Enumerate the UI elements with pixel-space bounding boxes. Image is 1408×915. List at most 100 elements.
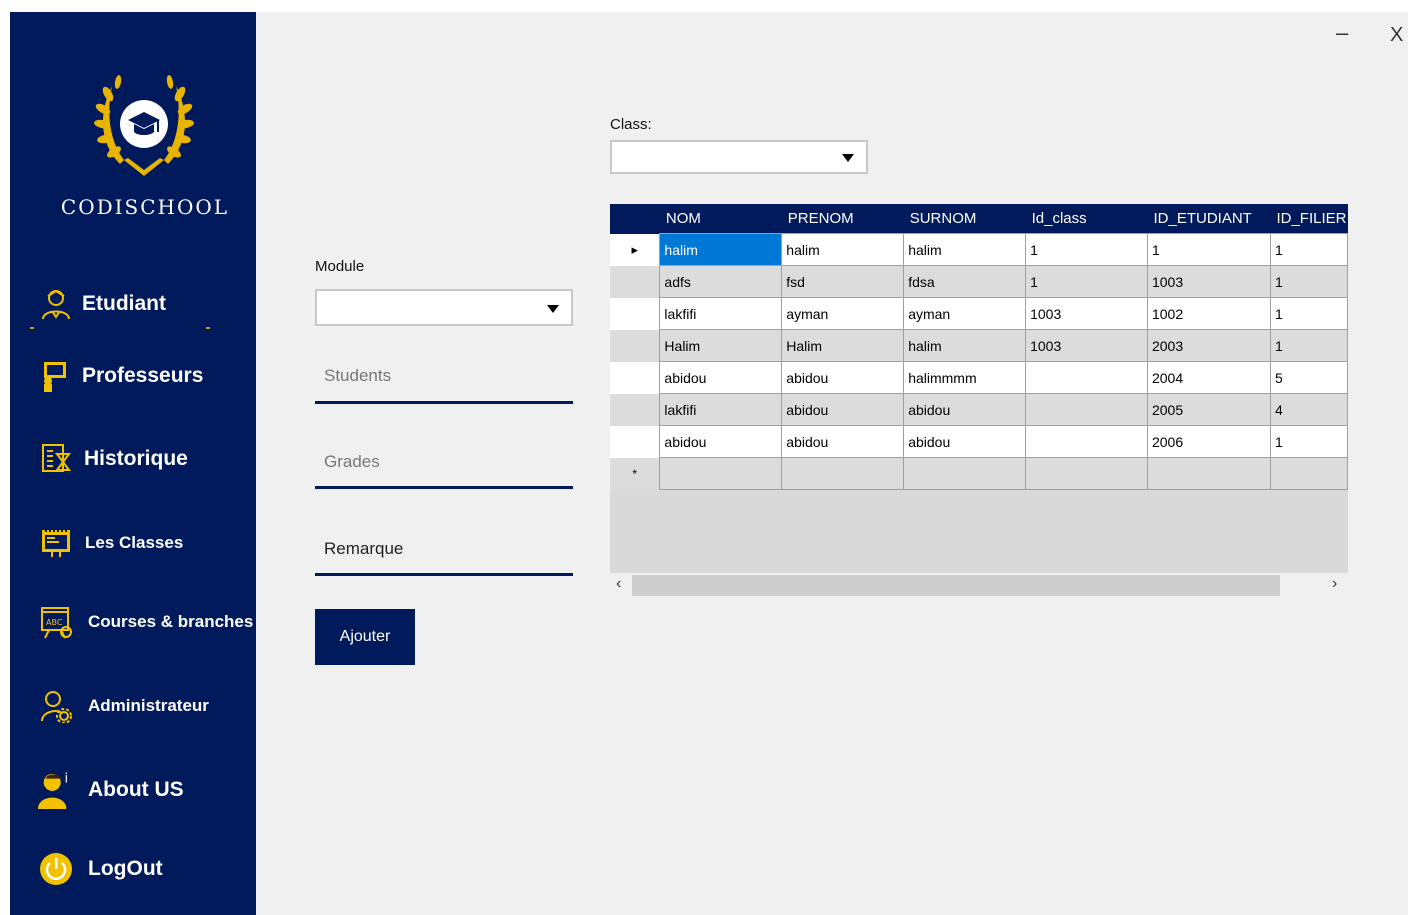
table-cell[interactable]: 1 — [1025, 233, 1148, 266]
row-header[interactable]: ▸ — [610, 233, 660, 266]
table-cell[interactable]: abidou — [781, 361, 905, 394]
table-cell[interactable]: halim — [659, 233, 783, 266]
table-cell[interactable]: halim — [903, 329, 1027, 362]
sidebar-item-label: Administrateur — [88, 696, 209, 715]
table-cell[interactable] — [903, 457, 1027, 490]
table-cell[interactable]: 4 — [1269, 393, 1349, 426]
minimize-button[interactable]: – — [1336, 20, 1348, 46]
close-button[interactable]: X — [1390, 24, 1403, 47]
table-cell[interactable]: 1 — [1269, 265, 1349, 298]
table-cell[interactable]: 1003 — [1146, 265, 1271, 298]
grades-field[interactable]: Grades — [324, 452, 380, 472]
table-row[interactable]: abidou abidou halimmmm 2004 5 — [610, 361, 1349, 394]
table-cell[interactable]: 1 — [1269, 329, 1349, 362]
table-cell[interactable]: 1003 — [1025, 297, 1148, 330]
row-header[interactable] — [610, 425, 660, 458]
table-cell[interactable]: 5 — [1269, 361, 1349, 394]
table-row[interactable]: lakfifi abidou abidou 2005 4 — [610, 393, 1349, 426]
column-header-id_filier[interactable]: ID_FILIER — [1270, 204, 1348, 234]
remarque-underline — [315, 573, 573, 576]
sidebar-item-les-classes[interactable]: Les Classes — [10, 518, 256, 568]
table-cell[interactable] — [1025, 425, 1148, 458]
table-cell[interactable]: ayman — [903, 297, 1027, 330]
table-cell[interactable] — [659, 457, 783, 490]
table-cell[interactable]: lakfifi — [659, 393, 783, 426]
table-cell[interactable] — [1269, 457, 1349, 490]
sidebar-item-historique[interactable]: Historique — [10, 434, 256, 484]
table-cell[interactable]: abidou — [781, 425, 905, 458]
table-row[interactable]: abidou abidou abidou 2006 1 — [610, 425, 1349, 458]
scrollbar-thumb[interactable] — [632, 575, 1280, 596]
scroll-right-icon[interactable]: › — [1332, 575, 1337, 593]
table-cell[interactable] — [1025, 457, 1148, 490]
table-cell[interactable]: 2004 — [1146, 361, 1271, 394]
table-cell[interactable]: 1 — [1146, 233, 1271, 266]
table-row[interactable]: ▸ halim halim halim 1 1 1 — [610, 233, 1349, 266]
table-cell[interactable]: abidou — [903, 425, 1027, 458]
new-row-marker: * — [610, 457, 660, 490]
class-dropdown[interactable] — [610, 140, 868, 174]
table-cell[interactable]: abidou — [781, 393, 905, 426]
column-header-prenom[interactable]: PRENOM — [781, 204, 904, 234]
chevron-down-icon — [842, 154, 854, 162]
remarque-field[interactable]: Remarque — [324, 539, 403, 559]
column-header-surnom[interactable]: SURNOM — [903, 204, 1026, 234]
table-cell[interactable]: 1 — [1269, 297, 1349, 330]
table-cell[interactable]: abidou — [659, 361, 783, 394]
sidebar: CODISCHOOL Etudiant Professeurs Historiq… — [10, 12, 256, 915]
new-row[interactable]: * — [610, 457, 1349, 490]
row-header[interactable] — [610, 393, 660, 426]
table-cell[interactable]: halim — [781, 233, 905, 266]
table-cell[interactable]: fdsa — [903, 265, 1027, 298]
table-cell[interactable]: 1003 — [1025, 329, 1148, 362]
row-header[interactable] — [610, 297, 660, 330]
table-cell[interactable]: Halim — [781, 329, 905, 362]
row-header[interactable] — [610, 265, 660, 298]
header-row: NOM PRENOM SURNOM Id_class ID_ETUDIANT ID_FIL… — [610, 204, 1348, 234]
table-cell[interactable]: abidou — [903, 393, 1027, 426]
table-cell[interactable] — [1146, 457, 1271, 490]
table-cell[interactable]: ayman — [781, 297, 905, 330]
table-cell[interactable]: 2005 — [1146, 393, 1271, 426]
table-cell[interactable]: Halim — [659, 329, 783, 362]
about-icon: i — [38, 771, 74, 809]
scroll-left-icon[interactable]: ‹ — [616, 575, 621, 593]
row-header[interactable] — [610, 361, 660, 394]
column-header-nom[interactable]: NOM — [659, 204, 782, 234]
student-icon — [38, 286, 74, 322]
sidebar-item-administrateur[interactable]: Administrateur — [10, 681, 256, 731]
table-cell[interactable]: 2003 — [1146, 329, 1271, 362]
sidebar-item-courses-branches[interactable]: ABC Courses & branches — [10, 597, 256, 647]
table-row[interactable]: lakfifi ayman ayman 1003 1002 1 — [610, 297, 1349, 330]
module-dropdown[interactable] — [315, 289, 573, 326]
table-cell[interactable] — [781, 457, 905, 490]
students-grid[interactable]: NOM PRENOM SURNOM Id_class ID_ETUDIANT ID_FIL… — [610, 204, 1349, 598]
table-cell[interactable] — [1025, 393, 1148, 426]
table-cell[interactable]: lakfifi — [659, 297, 783, 330]
table-cell[interactable]: 2006 — [1146, 425, 1271, 458]
table-cell[interactable] — [1025, 361, 1148, 394]
table-cell[interactable]: 1 — [1269, 425, 1349, 458]
table-cell[interactable]: halim — [903, 233, 1027, 266]
horizontal-scrollbar[interactable]: ‹ › — [610, 573, 1348, 598]
table-cell[interactable]: 1002 — [1146, 297, 1271, 330]
table-row[interactable]: Halim Halim halim 1003 2003 1 — [610, 329, 1349, 362]
table-cell[interactable]: halimmmm — [903, 361, 1027, 394]
column-header-id_etudiant[interactable]: ID_ETUDIANT — [1147, 204, 1271, 234]
sidebar-item-etudiant[interactable]: Etudiant — [10, 279, 256, 329]
sidebar-item-about-us[interactable]: i About US — [10, 765, 256, 815]
classes-icon — [38, 525, 74, 561]
row-header[interactable] — [610, 329, 660, 362]
table-cell[interactable]: 1 — [1025, 265, 1148, 298]
table-row[interactable]: adfs fsd fdsa 1 1003 1 — [610, 265, 1349, 298]
table-cell[interactable]: adfs — [659, 265, 783, 298]
table-cell[interactable]: 1 — [1269, 233, 1349, 266]
sidebar-item-logout[interactable]: LogOut — [10, 844, 256, 894]
students-field[interactable]: Students — [324, 366, 391, 386]
table-cell[interactable]: abidou — [659, 425, 783, 458]
sidebar-item-label: Historique — [84, 447, 188, 470]
ajouter-button[interactable]: Ajouter — [315, 609, 415, 665]
column-header-id_class[interactable]: Id_class — [1025, 204, 1148, 234]
sidebar-item-professeurs[interactable]: Professeurs — [10, 351, 256, 401]
table-cell[interactable]: fsd — [781, 265, 905, 298]
